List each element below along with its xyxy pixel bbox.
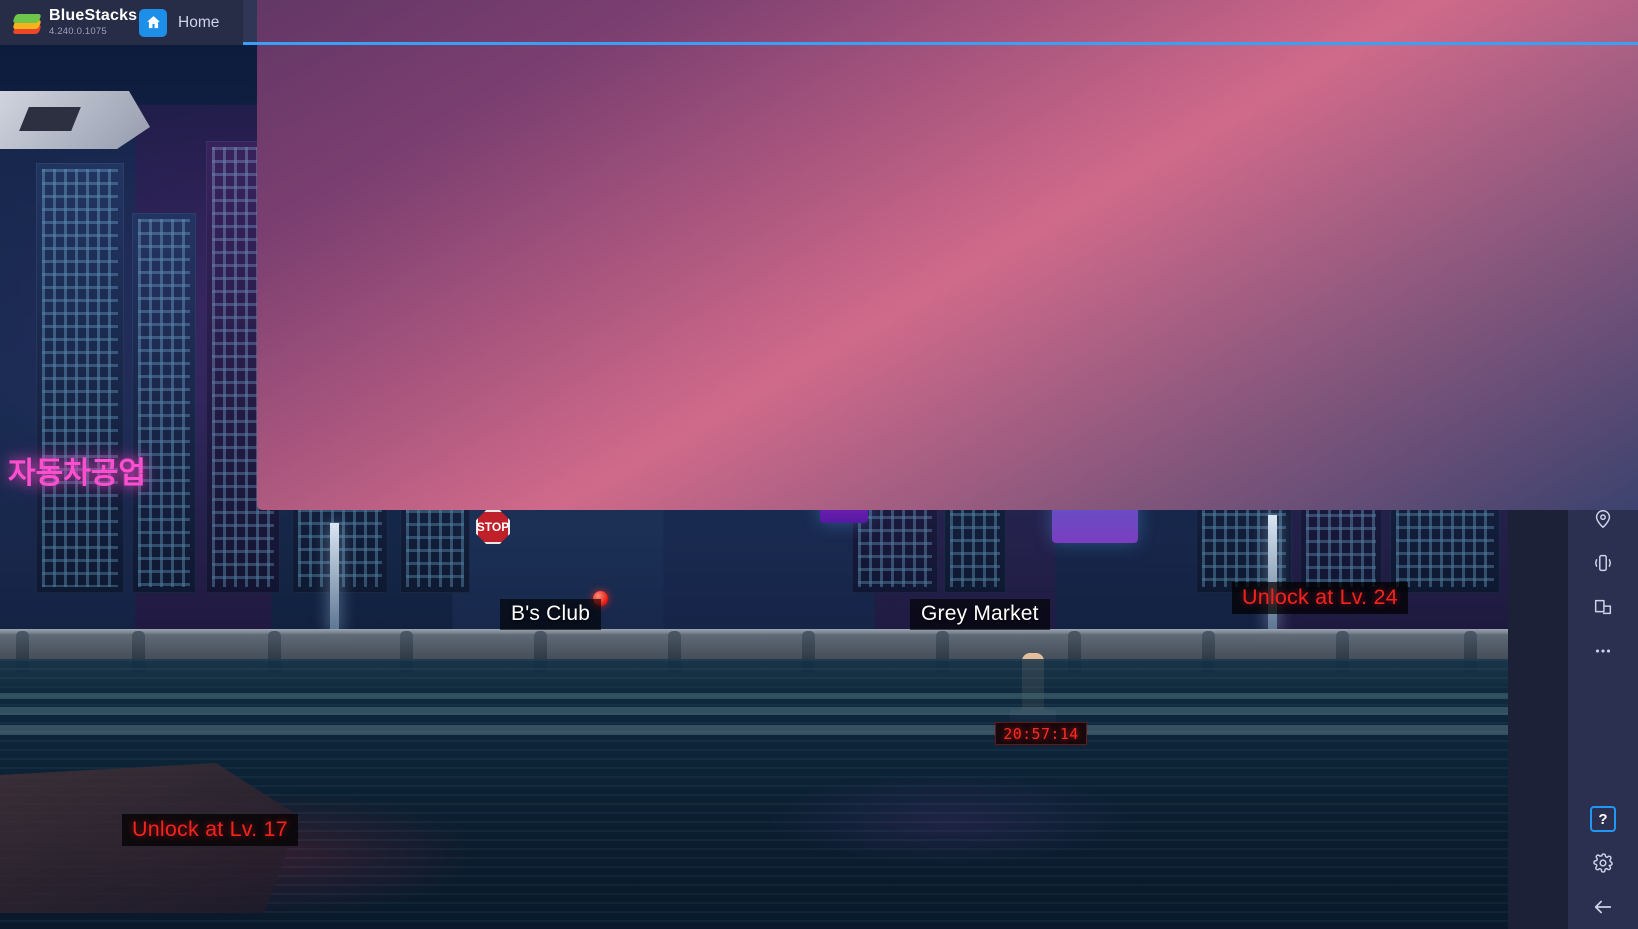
question-mark-icon: ? xyxy=(1590,806,1616,832)
bluestacks-window: BlueStacks 4.240.0.1075 Home Battle Nigh… xyxy=(0,0,1638,929)
settings-button[interactable] xyxy=(1580,841,1626,885)
help-center-button[interactable]: ? xyxy=(1580,797,1626,841)
game-thumbnail xyxy=(257,0,1638,510)
event-countdown-timer: 20:57:14 xyxy=(995,722,1087,745)
home-icon xyxy=(139,8,167,37)
location-label-bs-club[interactable]: B's Club xyxy=(500,599,602,630)
building xyxy=(36,163,124,593)
tab-home[interactable]: Home xyxy=(125,0,243,45)
shake-button[interactable] xyxy=(1580,541,1626,585)
tab-battle-night[interactable]: Battle Night xyxy=(243,0,1638,510)
street-lamp xyxy=(1268,515,1277,633)
tab-home-label: Home xyxy=(178,13,220,31)
street-lamp xyxy=(330,523,339,633)
location-label-grey-market[interactable]: Grey Market xyxy=(910,599,1050,630)
bluestacks-logo-icon xyxy=(12,10,42,36)
pipeline xyxy=(0,693,1508,753)
more-button[interactable] xyxy=(1580,629,1626,673)
building xyxy=(132,213,196,593)
locked-label-lv-24: Unlock at Lv. 24 xyxy=(1232,582,1408,614)
locked-label-lv-17: Unlock at Lv. 17 xyxy=(122,814,298,846)
rotate-button[interactable] xyxy=(1580,585,1626,629)
bluestacks-brand: BlueStacks 4.240.0.1075 xyxy=(0,0,137,45)
hero-banner-panel xyxy=(0,91,150,149)
korean-shop-sign: 자동차공업 xyxy=(8,457,146,490)
back-button[interactable] xyxy=(1580,885,1626,929)
title-bar: BlueStacks 4.240.0.1075 Home Battle Nigh… xyxy=(0,0,1638,510)
